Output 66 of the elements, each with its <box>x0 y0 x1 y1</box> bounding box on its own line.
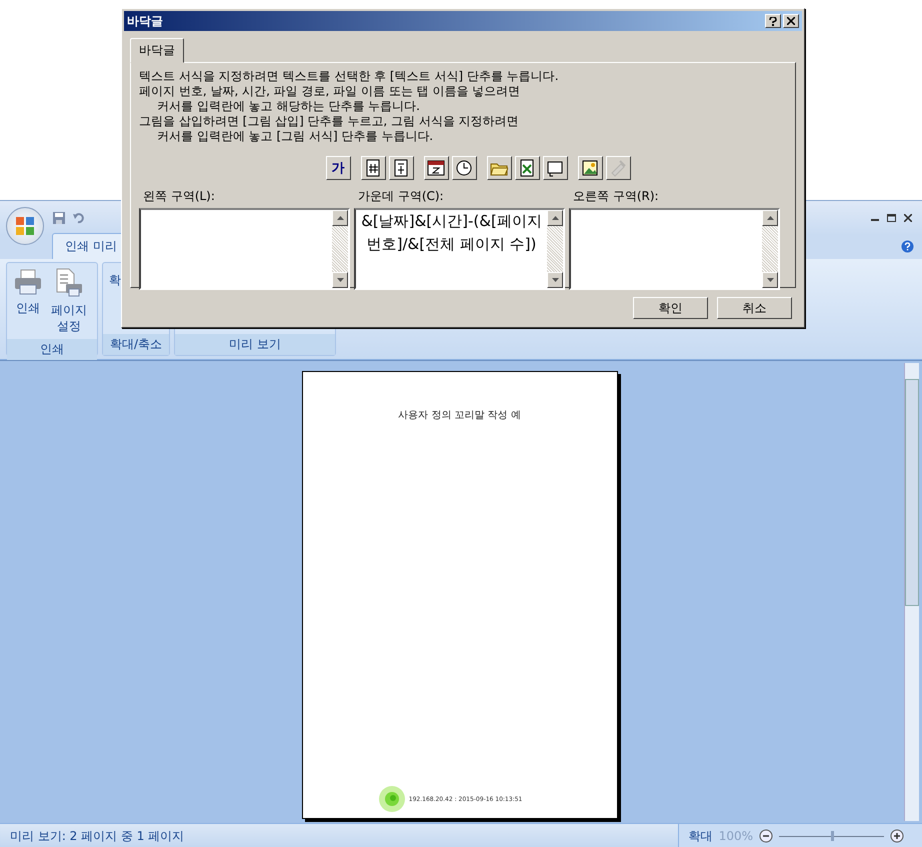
close-icon[interactable] <box>904 214 912 222</box>
help-icon[interactable] <box>901 240 914 253</box>
insert-picture-button[interactable] <box>578 156 602 180</box>
field-scrollbar[interactable] <box>762 210 778 288</box>
file-name-button[interactable] <box>514 156 540 180</box>
printer-icon <box>13 268 43 296</box>
close-button[interactable] <box>783 14 799 28</box>
page-info-text: 미리 보기: 2 페이지 중 1 페이지 <box>9 828 184 844</box>
maximize-icon[interactable] <box>887 214 896 222</box>
section-label: 오른쪽 구역(R): <box>572 188 660 205</box>
undo-icon[interactable] <box>72 211 86 225</box>
section-input-field[interactable] <box>569 208 780 290</box>
section-label: 가운데 구역(C): <box>357 188 445 205</box>
scroll-up-icon[interactable] <box>552 216 558 220</box>
zoom-label: 확대 <box>688 828 713 844</box>
ribbon-button[interactable]: 확 <box>106 266 124 331</box>
scroll-down-icon[interactable] <box>336 278 344 282</box>
zoom-slider[interactable] <box>779 829 884 843</box>
field-scrollbar[interactable] <box>332 210 348 288</box>
section-label: 왼쪽 구역(L): <box>142 188 216 205</box>
question-mark-icon <box>769 16 777 26</box>
page-number-button[interactable] <box>360 156 386 180</box>
logo-icon <box>14 215 36 237</box>
help-button[interactable] <box>765 14 781 28</box>
save-icon[interactable] <box>52 211 66 225</box>
section-input-field[interactable] <box>139 208 350 290</box>
close-icon <box>787 17 795 25</box>
plus-page-icon <box>392 159 410 177</box>
ribbon-button[interactable]: 페이지 설정 <box>48 266 90 336</box>
scroll-down-icon[interactable] <box>766 278 774 282</box>
sheet-name-button[interactable] <box>542 156 568 180</box>
calendar-icon <box>427 159 445 177</box>
clock-icon <box>455 159 473 177</box>
dialog-title: 바닥글 <box>127 12 163 30</box>
spreadsheet-file-icon <box>518 159 536 177</box>
instruction-text: 그림을 삽입하려면 [그림 삽입] 단추를 누르고, 그림 서식을 지정하려면 <box>139 114 520 129</box>
sheet-tab-icon <box>546 159 564 177</box>
page-header-text: 사용자 정의 꼬리말 작성 예 <box>398 409 521 422</box>
zoom-in-icon[interactable] <box>890 829 904 843</box>
zoom-slider-thumb[interactable] <box>830 831 834 841</box>
scroll-up-icon[interactable] <box>766 216 774 220</box>
page-count-button[interactable] <box>388 156 414 180</box>
instruction-text: 커서를 입력란에 놓고 [그림 서식] 단추를 누릅니다. <box>156 129 434 144</box>
instruction-text: 커서를 입력란에 놓고 해당하는 단추를 누릅니다. <box>156 99 421 114</box>
zoom-out-icon[interactable] <box>759 829 773 843</box>
vertical-scrollbar[interactable] <box>904 363 919 821</box>
page-printer-icon <box>54 268 84 298</box>
ribbon-button[interactable]: 인쇄 <box>10 266 46 336</box>
date-button[interactable] <box>424 156 448 180</box>
instruction-text: 텍스트 서식을 지정하려면 텍스트를 선택한 후 [텍스트 서식] 단추를 누릅니다. <box>139 69 560 84</box>
text-format-button[interactable]: 가 <box>326 156 350 180</box>
ok-button[interactable]: 확인 <box>633 297 708 319</box>
office-button[interactable] <box>6 207 44 245</box>
picture-icon <box>581 159 599 177</box>
scroll-up-icon[interactable] <box>336 216 344 220</box>
field-scrollbar[interactable] <box>547 210 563 288</box>
cancel-button[interactable]: 취소 <box>717 297 792 319</box>
dialog-tab[interactable]: 바닥글 <box>130 38 184 63</box>
splash-drawing <box>376 784 407 814</box>
file-path-button[interactable] <box>486 156 512 180</box>
brush-icon <box>609 159 627 177</box>
section-input-field[interactable]: &[날짜]&[시간]-(&[페이지 번호]/&[전체 페이지 수]) <box>354 208 565 290</box>
instruction-text: 페이지 번호, 날짜, 시간, 파일 경로, 파일 이름 또는 탭 이름을 넣으려면 <box>139 84 522 99</box>
scroll-down-icon[interactable] <box>552 278 558 282</box>
hash-page-icon <box>364 159 382 177</box>
time-button[interactable] <box>452 156 476 180</box>
